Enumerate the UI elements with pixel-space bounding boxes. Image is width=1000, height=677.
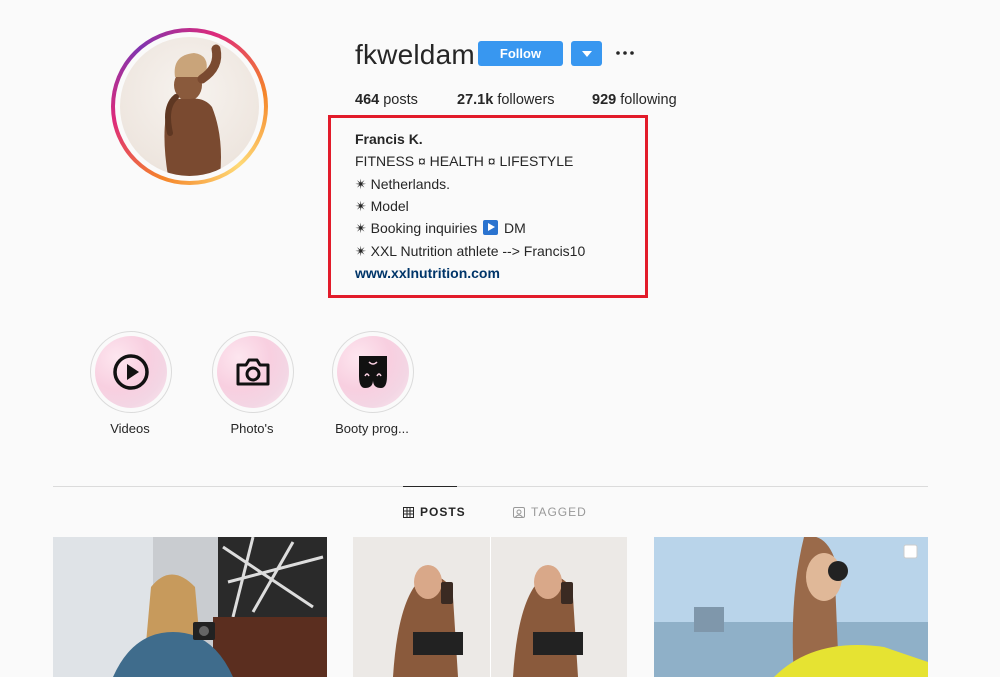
avatar-figure-image — [164, 44, 222, 176]
highlight-label: Booty prog... — [335, 421, 409, 436]
play-circle-icon — [113, 354, 149, 390]
tabs-divider — [53, 486, 928, 487]
follow-button[interactable]: Follow — [478, 41, 563, 66]
highlight-label: Photo's — [230, 421, 274, 436]
highlight-cover — [95, 336, 167, 408]
bio-full-name: Francis K. — [355, 131, 423, 147]
bio-line: ✴ Model — [355, 198, 409, 214]
highlight-videos[interactable] — [90, 331, 172, 413]
bio-line: ✴ Booking inquiries DM — [355, 220, 526, 237]
bio-booking-text: ✴ Booking inquiries — [355, 220, 478, 236]
bio-line: ✴ XXL Nutrition athlete --> Francis10 — [355, 243, 586, 259]
profile-avatar[interactable] — [111, 28, 268, 185]
tab-tagged-label: TAGGED — [531, 505, 587, 519]
posts-stat: 464 posts — [355, 92, 418, 108]
bio-line: ✴ Netherlands. — [355, 176, 450, 192]
avatar-photo — [120, 37, 259, 176]
following-count: 929 — [592, 92, 617, 108]
post-image — [353, 537, 627, 677]
tagged-icon — [513, 506, 525, 518]
highlight-label: Videos — [110, 421, 150, 436]
post-thumbnail[interactable] — [654, 537, 928, 677]
avatar-border — [115, 32, 264, 181]
booty-icon — [359, 356, 387, 388]
followers-label: followers — [493, 92, 555, 108]
highlight-cover — [217, 336, 289, 408]
bio-website-link[interactable]: www.xxlnutrition.com — [355, 265, 500, 281]
multi-post-icon — [903, 544, 918, 559]
highlight-cover — [337, 336, 409, 408]
ellipsis-icon — [616, 51, 634, 55]
bio-line: FITNESS ¤ HEALTH ¤ LIFESTYLE — [355, 153, 574, 169]
grid-icon — [403, 506, 414, 518]
followers-count: 27.1k — [457, 92, 494, 108]
suggested-dropdown-button[interactable] — [571, 41, 602, 66]
tab-posts[interactable]: POSTS — [403, 505, 466, 519]
followers-stat[interactable]: 27.1k followers — [457, 92, 555, 108]
more-options-button[interactable] — [614, 43, 636, 63]
following-stat[interactable]: 929 following — [592, 92, 677, 108]
username: fkweldam — [355, 39, 475, 70]
highlight-photos[interactable] — [212, 331, 294, 413]
posts-label: posts — [379, 92, 418, 108]
play-button-emoji-icon — [483, 220, 499, 235]
tab-posts-label: POSTS — [420, 505, 466, 519]
bio-dm-text: DM — [504, 220, 526, 236]
active-tab-indicator — [403, 486, 457, 487]
following-label: following — [616, 92, 677, 108]
tab-tagged[interactable]: TAGGED — [513, 505, 587, 519]
camera-icon — [236, 358, 270, 386]
caret-down-icon — [581, 50, 592, 57]
posts-count: 464 — [355, 92, 380, 108]
post-thumbnail[interactable] — [353, 537, 627, 677]
post-image — [654, 537, 928, 677]
highlight-booty-progress[interactable] — [332, 331, 414, 413]
post-image — [53, 537, 327, 677]
post-thumbnail[interactable] — [53, 537, 327, 677]
